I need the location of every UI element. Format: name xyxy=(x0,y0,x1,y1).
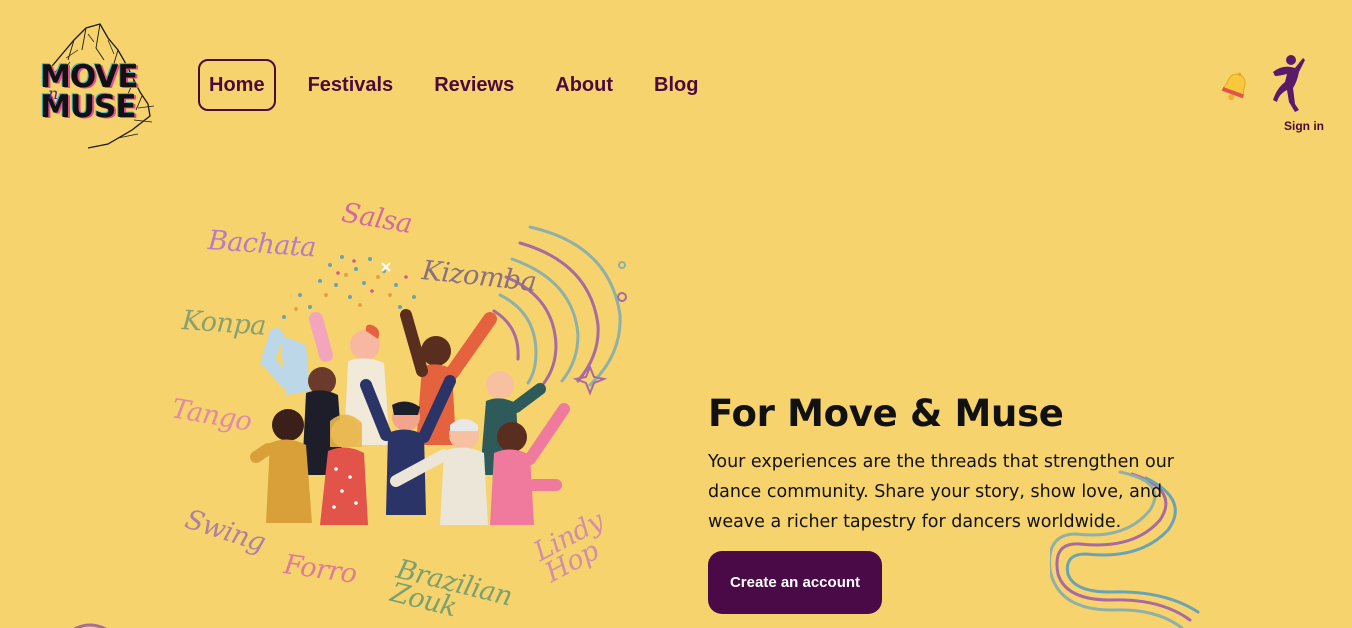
create-account-button[interactable]: Create an account xyxy=(708,551,882,614)
main-nav: Home Festivals Reviews About Blog xyxy=(198,59,698,111)
hero-description: Your experiences are the threads that st… xyxy=(708,452,1175,532)
dancer-icon[interactable] xyxy=(1265,52,1309,116)
bell-icon[interactable] xyxy=(1218,70,1252,104)
nav-about[interactable]: About xyxy=(555,74,613,97)
hero-illustration: Bachata Salsa Kizomba Konpa Tango Swing … xyxy=(160,185,650,628)
nav-home[interactable]: Home xyxy=(198,59,276,111)
brand-logo[interactable]: MOVE MUSE n xyxy=(22,20,157,152)
hero-title: For Move & Muse xyxy=(708,392,1064,435)
nav-reviews[interactable]: Reviews xyxy=(434,74,514,97)
arc-decoration xyxy=(73,623,107,628)
dance-style-konpa: Konpa xyxy=(180,305,267,342)
nav-blog[interactable]: Blog xyxy=(654,74,698,97)
signin-link[interactable]: Sign in xyxy=(1284,119,1324,133)
nav-festivals[interactable]: Festivals xyxy=(308,74,394,97)
logo-word-n: n xyxy=(48,84,59,103)
landing-page: MOVE MUSE n Home Festivals Reviews About… xyxy=(0,0,1352,628)
